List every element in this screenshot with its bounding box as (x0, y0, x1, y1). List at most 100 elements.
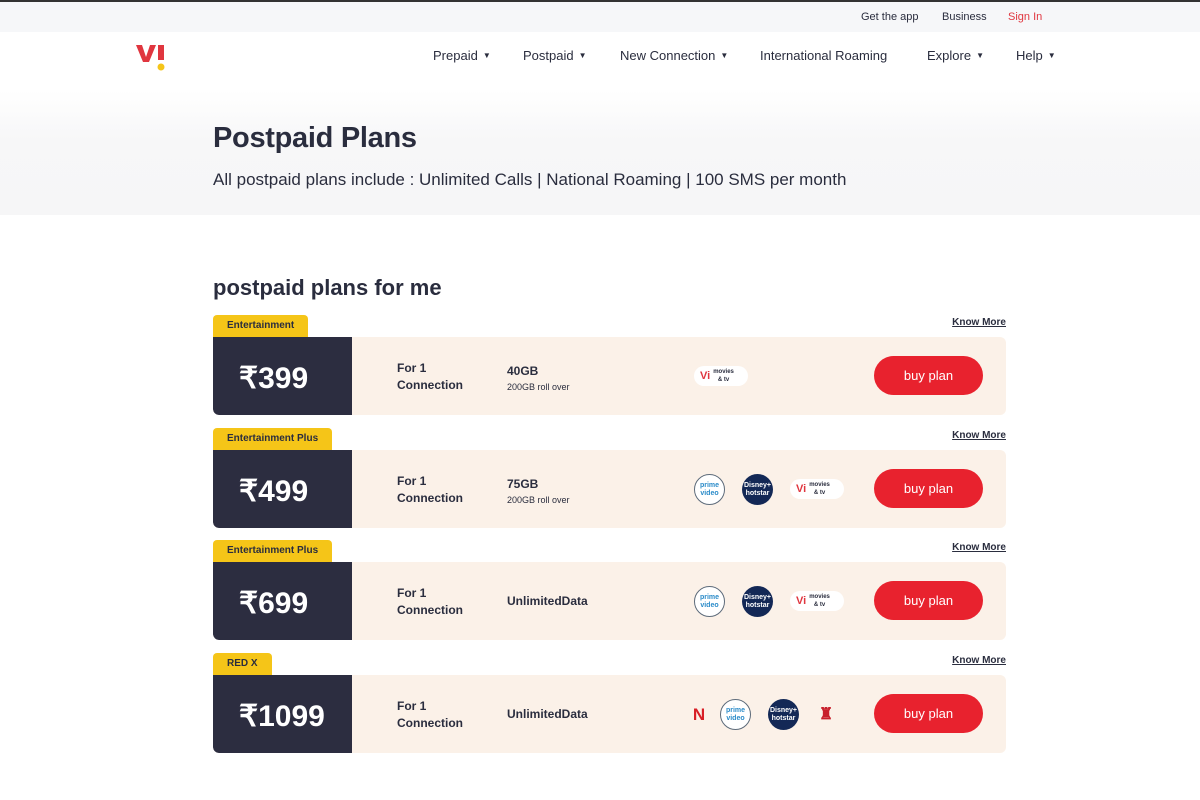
prime-video-icon: prime video (720, 699, 751, 730)
nav-help[interactable]: Help ▼ (1016, 48, 1056, 63)
connection-label: Connection (397, 491, 463, 505)
nav-label: Postpaid (523, 48, 574, 63)
plan-body: ₹699 For 1 Connection UnlimitedData prime… (213, 562, 1006, 640)
know-more-link[interactable]: Know More (952, 430, 1006, 441)
plan-body: ₹1099 For 1 Connection UnlimitedData N pr… (213, 675, 1006, 753)
buy-plan-button[interactable]: buy plan (874, 469, 983, 508)
icon-text: hotstar (745, 601, 770, 609)
icon-text: & tv (813, 490, 826, 496)
know-more-link[interactable]: Know More (952, 542, 1006, 553)
icon-text: movies (809, 594, 830, 600)
prime-video-icon: prime video (694, 586, 725, 617)
vi-logo[interactable] (135, 42, 171, 72)
plan-data: 75GB (507, 477, 539, 491)
connection-count: For 1 (397, 361, 427, 375)
nav-explore[interactable]: Explore ▼ (927, 48, 984, 63)
caret-down-icon: ▼ (976, 51, 984, 60)
plan-data: 40GB (507, 364, 539, 378)
prime-video-icon: prime video (694, 474, 725, 505)
caret-down-icon: ▼ (1047, 51, 1056, 60)
airport-lounge-icon: ♜ (818, 705, 834, 723)
plan-card-699: Entertainment Plus Know More ₹699 For 1 C… (213, 540, 1006, 640)
icon-text: hotstar (745, 489, 770, 497)
plan-price: ₹699 (213, 562, 352, 640)
plan-price: ₹1099 (213, 675, 352, 753)
plan-body: ₹499 For 1 Connection 75GB 200GB roll ove… (213, 450, 1006, 528)
utility-bar: Get the app Business Sign In (0, 2, 1200, 32)
page-subtitle: All postpaid plans include : Unlimited C… (213, 170, 847, 189)
icon-text: & tv (717, 377, 730, 383)
icon-text: video (700, 489, 719, 497)
plan-tag: RED X (213, 653, 272, 675)
disney-hotstar-icon: Disney+ hotstar (742, 474, 773, 505)
plan-rollover: 200GB roll over (507, 495, 570, 505)
plan-rollover: 200GB roll over (507, 382, 570, 392)
netflix-icon: N (692, 704, 706, 724)
vi-logo-text: Vi (796, 595, 807, 607)
connection-label: Connection (397, 378, 463, 392)
icon-text: prime (699, 593, 720, 601)
caret-down-icon: ▼ (482, 51, 491, 60)
know-more-link[interactable]: Know More (952, 317, 1006, 328)
connection-count: For 1 (397, 586, 427, 600)
connection-label: Connection (397, 716, 463, 730)
plan-connections: For 1 Connection (397, 473, 463, 507)
icon-text: Disney+ (769, 706, 798, 714)
disney-hotstar-icon: Disney+ hotstar (742, 586, 773, 617)
icon-text: movies (809, 482, 830, 488)
plan-connections: For 1 Connection (397, 360, 463, 394)
vi-movies-tv-icon: Vi movies & tv (694, 366, 748, 386)
plan-data: UnlimitedData (507, 594, 588, 608)
vi-logo-text: Vi (796, 483, 807, 495)
page-title: Postpaid Plans (213, 122, 417, 154)
vi-movies-tv-icon: Vi movies & tv (790, 479, 844, 499)
connection-label: Connection (397, 603, 463, 617)
icon-text: & tv (813, 602, 826, 608)
business-link[interactable]: Business (942, 11, 987, 23)
plan-connections: For 1 Connection (397, 585, 463, 619)
vi-movies-tv-icon: Vi movies & tv (790, 591, 844, 611)
icon-text: hotstar (771, 714, 796, 722)
nav-new-connection[interactable]: New Connection ▼ (620, 48, 728, 63)
sign-in-link[interactable]: Sign In (1008, 11, 1042, 23)
connection-count: For 1 (397, 474, 427, 488)
plan-tag: Entertainment (213, 315, 309, 337)
hero-banner: Postpaid Plans All postpaid plans includ… (0, 90, 1200, 215)
get-the-app-link[interactable]: Get the app (861, 11, 919, 23)
connection-count: For 1 (397, 699, 427, 713)
nav-label: International Roaming (760, 48, 888, 63)
plan-card-499: Entertainment Plus Know More ₹499 For 1 C… (213, 428, 1006, 528)
disney-hotstar-icon: Disney+ hotstar (768, 699, 799, 730)
nav-label: Explore (927, 48, 972, 63)
icon-text: Disney+ (743, 593, 772, 601)
caret-down-icon: ▼ (578, 51, 587, 60)
plan-connections: For 1 Connection (397, 698, 463, 732)
nav-international-roaming[interactable]: International Roaming (760, 48, 887, 63)
vi-logo-text: Vi (700, 370, 711, 382)
plan-body: ₹399 For 1 Connection 40GB 200GB roll ove… (213, 337, 1006, 415)
plan-card-399: Entertainment Know More ₹399 For 1 Connec… (213, 315, 1006, 415)
plan-data: UnlimitedData (507, 707, 588, 721)
plan-card-1099: RED X Know More ₹1099 For 1 Connection Un… (213, 653, 1006, 753)
nav-label: Help (1016, 48, 1043, 63)
icon-text: video (726, 714, 745, 722)
know-more-link[interactable]: Know More (952, 655, 1006, 666)
buy-plan-button[interactable]: buy plan (874, 356, 983, 395)
icon-text: video (700, 601, 719, 609)
plan-tag: Entertainment Plus (213, 540, 333, 562)
plan-tag: Entertainment Plus (213, 428, 333, 450)
plan-price: ₹499 (213, 450, 352, 528)
caret-down-icon: ▼ (720, 51, 729, 60)
buy-plan-button[interactable]: buy plan (874, 581, 983, 620)
icon-text: movies (713, 369, 734, 375)
nav-label: New Connection (620, 48, 716, 63)
nav-postpaid[interactable]: Postpaid ▼ (523, 48, 587, 63)
icon-text: prime (725, 706, 746, 714)
icon-text: Disney+ (743, 481, 772, 489)
icon-text: prime (699, 481, 720, 489)
nav-label: Prepaid (433, 48, 478, 63)
plan-price: ₹399 (213, 337, 352, 415)
nav-prepaid[interactable]: Prepaid ▼ (433, 48, 491, 63)
section-title: postpaid plans for me (213, 275, 442, 300)
buy-plan-button[interactable]: buy plan (874, 694, 983, 733)
